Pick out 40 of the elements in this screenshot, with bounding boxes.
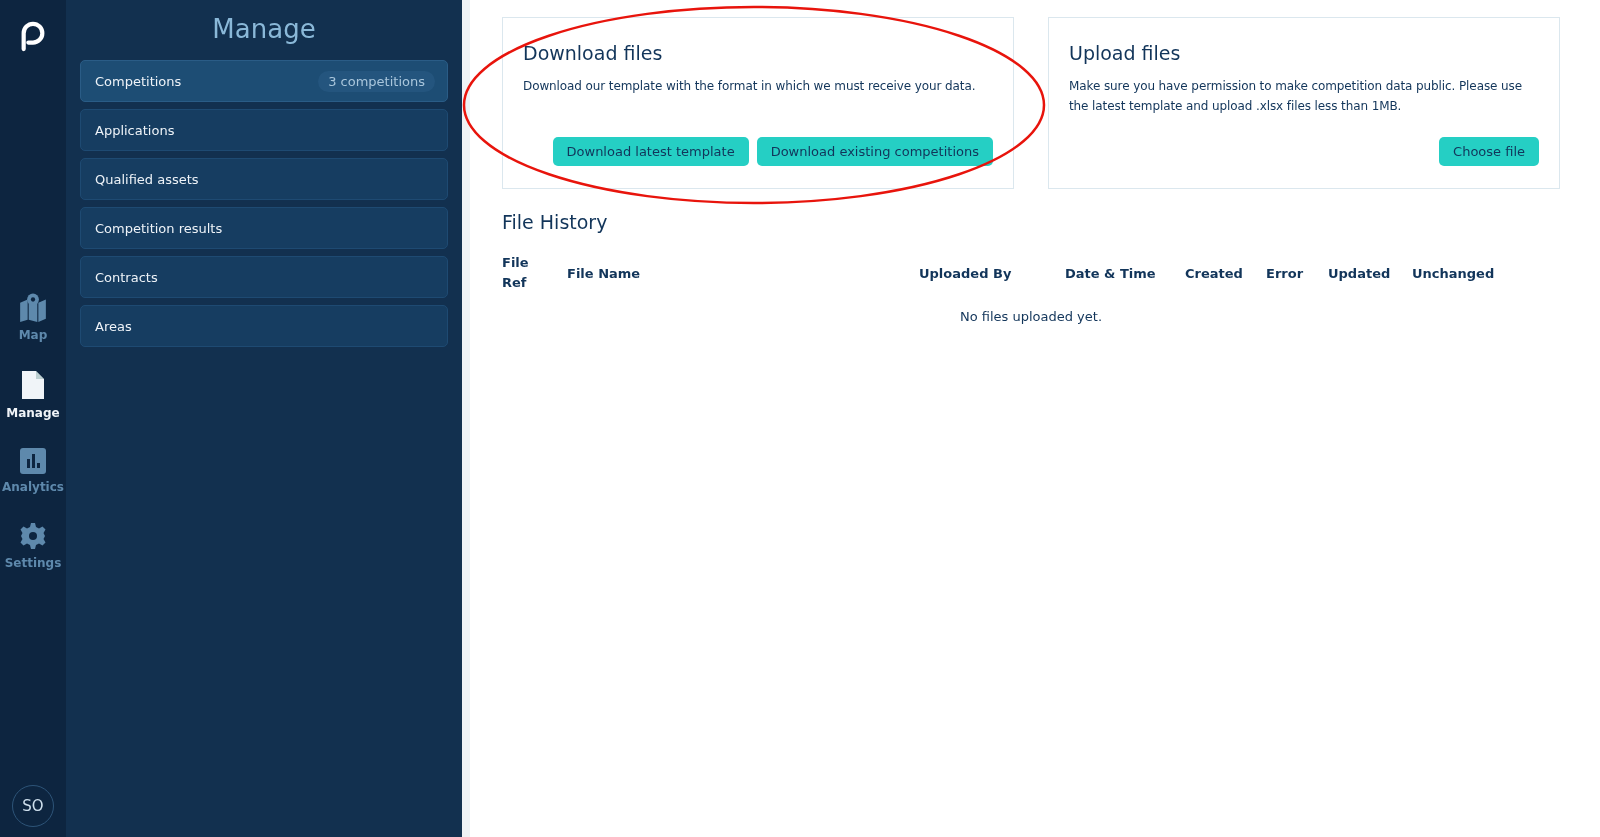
- column-header: Created: [1185, 265, 1244, 281]
- nav-label: Competition results: [95, 220, 223, 236]
- rail-nav-item[interactable]: Analytics: [0, 448, 66, 494]
- settings-icon: [19, 522, 47, 550]
- column-header: Updated: [1328, 265, 1392, 281]
- nav-label: Qualified assets: [95, 171, 199, 187]
- column-header: Unchanged: [1412, 265, 1496, 281]
- rail-nav-item[interactable]: Settings: [0, 522, 66, 570]
- card-title: Upload files: [1069, 42, 1182, 64]
- column-header: Date & Time: [1065, 265, 1157, 281]
- card-title: Download files: [523, 42, 664, 64]
- nav-label: Applications: [95, 122, 175, 138]
- nav-item[interactable]: Competition results: [80, 207, 448, 249]
- map-pin-icon: [18, 292, 48, 322]
- column-header: File Ref: [502, 254, 530, 292]
- nav-label: Contracts: [95, 269, 158, 285]
- bar-chart-icon: [20, 448, 46, 474]
- empty-message: No files uploaded yet.: [958, 309, 1104, 324]
- card-description: Download our template with the format in which we must receive your data.: [523, 78, 977, 95]
- nav-item[interactable]: Areas: [80, 305, 448, 347]
- nav-label: Competitions: [95, 73, 182, 89]
- choose-file-button[interactable]: Choose file: [1439, 137, 1539, 166]
- nav-item[interactable]: Contracts: [80, 256, 448, 298]
- rail-nav-item[interactable]: Map: [0, 292, 66, 342]
- column-header: File Name: [567, 265, 642, 281]
- panel-title: Manage: [211, 14, 317, 44]
- count-badge: 3 competitions: [318, 70, 435, 92]
- card-description: Make sure you have permission to make competition data public. Please use the latest template and upload .xlsx files less than 1MB.: [1069, 78, 1523, 115]
- section-title: File History: [502, 211, 609, 233]
- nav-label: Areas: [95, 318, 132, 334]
- download-button[interactable]: Download latest template: [552, 137, 749, 166]
- rail-nav-item[interactable]: Manage: [0, 370, 66, 420]
- nav-item[interactable]: Qualified assets: [80, 158, 448, 200]
- logo-icon[interactable]: [19, 20, 47, 52]
- download-button[interactable]: Download existing competitions: [756, 137, 993, 166]
- nav-item[interactable]: Competitions 3 competitions: [80, 60, 448, 102]
- column-header: Uploaded By: [919, 265, 1013, 281]
- column-header: Error: [1266, 265, 1305, 281]
- nav-item[interactable]: Applications: [80, 109, 448, 151]
- document-icon: [21, 370, 45, 400]
